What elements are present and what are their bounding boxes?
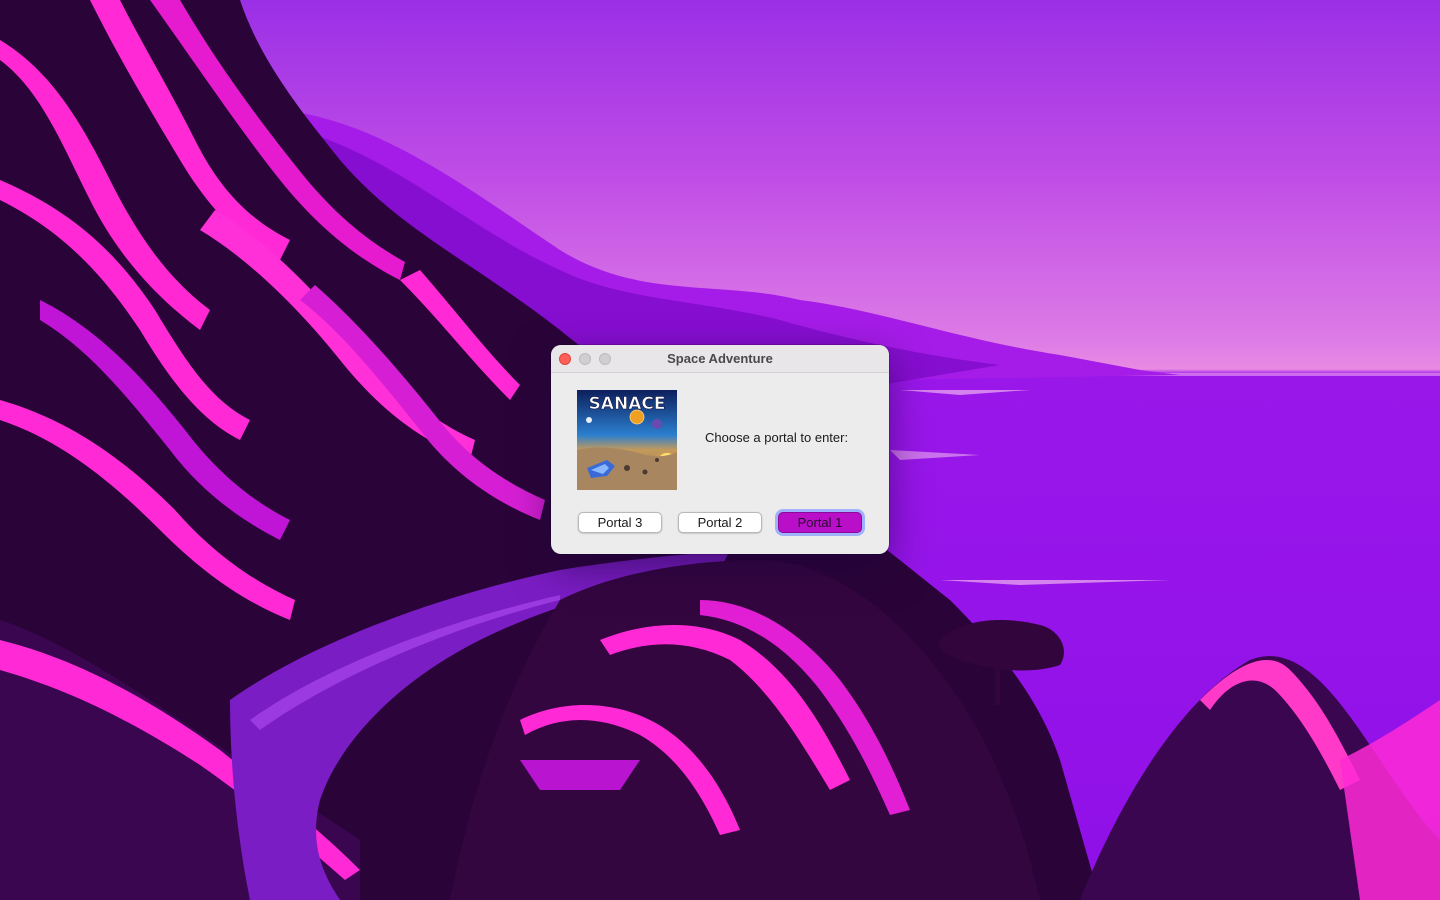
portal-3-button[interactable]: Portal 3 — [578, 512, 662, 533]
portal-2-button[interactable]: Portal 2 — [678, 512, 762, 533]
window-title: Space Adventure — [667, 351, 773, 366]
space-game-art-icon: SANACE — [577, 390, 677, 490]
space-game-image: SANACE — [577, 390, 677, 490]
portal-1-button[interactable]: Portal 1 — [778, 512, 862, 533]
title-bar: Space Adventure — [551, 345, 889, 373]
game-logo-text: SANACE — [589, 394, 666, 414]
space-adventure-dialog: Space Adventure SANACE Choose a portal t… — [551, 345, 889, 554]
portal-prompt: Choose a portal to enter: — [705, 430, 849, 445]
